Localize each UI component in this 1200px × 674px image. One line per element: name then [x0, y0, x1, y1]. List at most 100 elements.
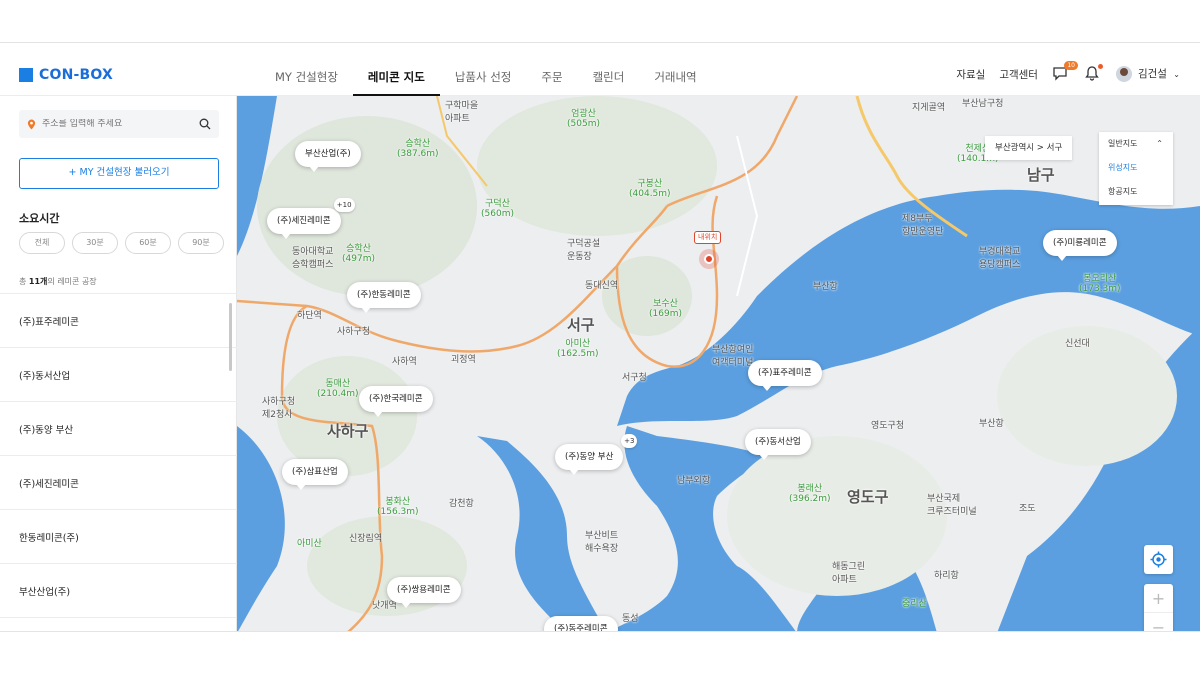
map-label: 하리항 [934, 571, 959, 581]
map-label: 괴정역 [451, 355, 476, 365]
plant-marker[interactable]: (주)미룡레미콘 [1043, 230, 1117, 261]
marker-label: (주)표주레미콘 [758, 368, 812, 378]
zoom-in-button[interactable]: + [1144, 584, 1173, 613]
map-label: 아미산 [297, 539, 322, 549]
nav-my-site[interactable]: MY 건설현장 [260, 43, 353, 96]
map-type-option[interactable]: 위성지도 [1099, 156, 1173, 180]
search-icon[interactable] [199, 118, 211, 130]
avatar [1115, 66, 1132, 82]
map-label: 신선대 [1065, 339, 1090, 349]
plant-marker[interactable]: (주)동주레미콘 [544, 616, 618, 632]
nav-transactions[interactable]: 거래내역 [639, 43, 711, 96]
marker-label: (주)동양 부산 [565, 452, 614, 462]
count-prefix: 총 [19, 277, 27, 286]
nav-remicon-map[interactable]: 레미콘 지도 [352, 43, 440, 96]
plant-marker[interactable]: (주)동서산업 [745, 429, 811, 460]
plant-marker[interactable]: (주)삼표산업 [282, 459, 348, 490]
plant-marker[interactable]: 부산산업(주) [295, 141, 361, 172]
map-label: 동아대학교 승학캠퍼스 [292, 247, 334, 270]
map-label: 감천항 [449, 499, 474, 509]
list-scrollbar[interactable] [229, 303, 232, 371]
my-location-button[interactable] [1144, 545, 1173, 574]
list-item[interactable]: (주)동서산업 [0, 348, 237, 402]
map-label: 사하역 [392, 357, 417, 367]
marker-label: 부산산업(주) [305, 149, 351, 159]
region-selector[interactable]: 부산광역시 > 서구 [985, 136, 1073, 160]
list-item[interactable]: 한동레미콘(주) [0, 510, 237, 564]
map-label: 봉래산 (396.2m) [789, 484, 831, 504]
map-label: 구봉산 (404.5m) [629, 179, 671, 199]
header: CON-BOX MY 건설현장 레미콘 지도 납품사 선정 주문 캘린더 거래내… [0, 43, 1200, 96]
support-link[interactable]: 고객센터 [999, 67, 1038, 82]
map-label: 보수산 (169m) [649, 299, 682, 319]
current-location-tag: 내위치 [694, 231, 722, 244]
map-label: 봉오리산 (173.3m) [1079, 274, 1121, 294]
plant-count: 총 11개의 레미콘 공장 [19, 276, 97, 287]
map-label: 동대신역 [585, 281, 619, 291]
notification-dot [1097, 64, 1103, 69]
map-label: 영도구청 [871, 421, 905, 431]
address-search-input[interactable] [42, 119, 199, 129]
plant-marker[interactable]: (주)쌍용레미콘 [387, 577, 461, 608]
chevron-up-icon: ⌃ [1156, 139, 1163, 148]
map-label: 구덕산 (560m) [481, 199, 514, 219]
marker-label: (주)삼표산업 [292, 467, 338, 477]
marker-label: (주)한국레미콘 [369, 394, 423, 404]
map-label: 승학산 (497m) [342, 244, 375, 264]
time-chip-30[interactable]: 30분 [72, 232, 118, 254]
plant-marker[interactable]: (주)한국레미콘 [359, 386, 433, 417]
resources-link[interactable]: 자료실 [956, 67, 985, 82]
district-label: 서구 [567, 316, 595, 334]
logo-square-icon [19, 68, 33, 82]
marker-label: (주)한동레미콘 [357, 290, 411, 300]
nav-calendar[interactable]: 캘린더 [578, 43, 640, 96]
logo[interactable]: CON-BOX [19, 67, 113, 83]
time-chip-90[interactable]: 90분 [178, 232, 224, 254]
map-view[interactable]: 구학마을 아파트 엄광산 (505m) 승학산 (387.6m) 구덕산 (560m) … [237, 96, 1200, 632]
map-label: 서구청 [622, 373, 647, 383]
nav-supplier-select[interactable]: 납품사 선정 [440, 43, 527, 96]
map-label: 동성 [622, 614, 639, 624]
nav-order[interactable]: 주문 [526, 43, 577, 96]
map-type-option[interactable]: 항공지도 [1099, 180, 1173, 204]
map-label: 조도 [1019, 504, 1036, 514]
list-item[interactable]: (주)표주레미콘 [0, 294, 237, 348]
time-chip-all[interactable]: 전체 [19, 232, 65, 254]
map-type-dropdown[interactable]: 일반지도 ⌃ 위성지도 항공지도 [1099, 132, 1173, 205]
map-label: 남부외항 [677, 476, 711, 486]
plant-marker[interactable]: (주)한동레미콘 [347, 282, 421, 313]
marker-cluster-count: +3 [621, 434, 638, 448]
notification-button[interactable] [1084, 64, 1103, 83]
marker-label: (주)미룡레미콘 [1053, 238, 1107, 248]
list-item[interactable]: (주)세진레미콘 [0, 456, 237, 510]
list-item[interactable]: (주)동양 부산 [0, 402, 237, 456]
crosshair-icon [1150, 551, 1167, 568]
map-label: 엄광산 (505m) [567, 109, 600, 129]
marker-label: (주)세진레미콘 [277, 216, 331, 226]
time-chip-60[interactable]: 60분 [125, 232, 171, 254]
map-label: 사하구청 제2청사 [262, 397, 296, 420]
user-menu[interactable]: 김건설 ⌄ [1115, 66, 1180, 82]
location-pin-icon [27, 119, 36, 129]
chat-button[interactable]: 10 [1052, 61, 1078, 83]
location-dot [704, 254, 714, 264]
map-label: 부산국제 크루즈터미널 [927, 494, 977, 517]
sidebar: + MY 건설현장 불러오기 소요시간 전체 30분 60분 90분 총 11개… [0, 96, 237, 631]
travel-time-filter: 전체 30분 60분 90분 [19, 232, 224, 254]
map-label: 지게골역 [912, 103, 946, 113]
plant-marker[interactable]: (주)표주레미콘 [748, 360, 822, 391]
travel-time-title: 소요시간 [19, 212, 60, 225]
district-label: 사하구 [327, 422, 369, 440]
map-label: 사하구청 [337, 327, 371, 337]
list-item[interactable]: 부산산업(주) [0, 564, 237, 618]
zoom-out-button[interactable]: − [1144, 613, 1173, 631]
map-label: 부경대학교 용당캠퍼스 [979, 247, 1021, 270]
load-my-site-button[interactable]: + MY 건설현장 불러오기 [19, 158, 219, 189]
plant-marker[interactable]: (주)동양 부산 +3 [555, 434, 638, 475]
marker-label: (주)동주레미콘 [554, 624, 608, 632]
app-frame: CON-BOX MY 건설현장 레미콘 지도 납품사 선정 주문 캘린더 거래내… [0, 42, 1200, 632]
plant-marker[interactable]: (주)세진레미콘 +10 [267, 198, 355, 239]
address-search [19, 110, 219, 138]
map-label: 부산항여인 여객터미널 [712, 345, 754, 368]
map-label: 부산항 [813, 282, 838, 292]
